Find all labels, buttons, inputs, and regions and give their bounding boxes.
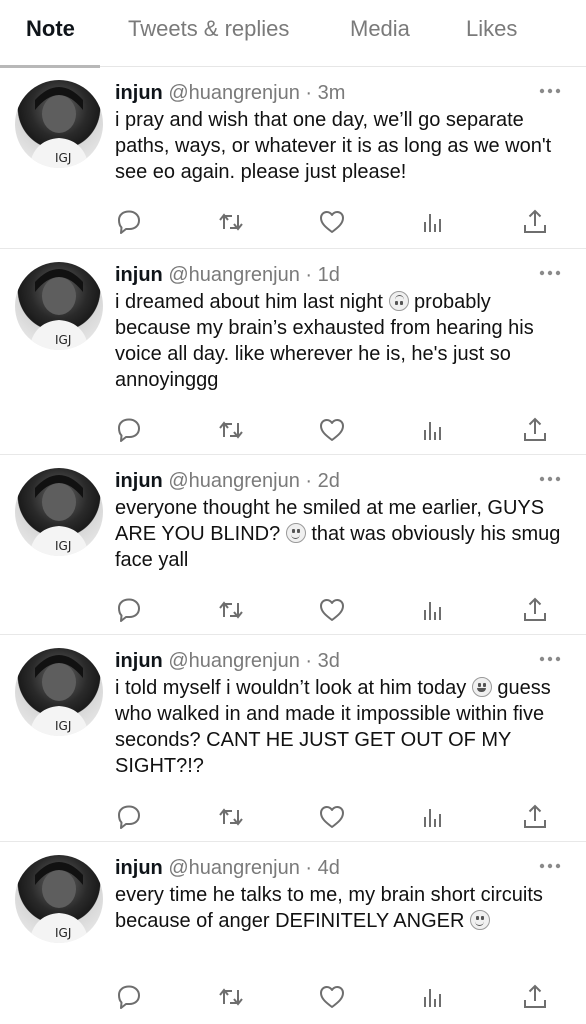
retweet-icon[interactable] [217,596,245,624]
svg-text:IGJ: IGJ [55,539,71,553]
timestamp[interactable]: 2d [318,470,340,492]
tab-tweets-replies[interactable]: Tweets & replies [128,16,289,42]
timestamp[interactable]: 3m [318,82,346,104]
separator: · [305,82,313,104]
tweet[interactable]: IGJ injun @huangrenjun · 3m i pray and w… [0,67,586,249]
tweet-header: injun @huangrenjun · 3m [115,81,345,105]
more-options-icon[interactable] [538,859,562,873]
tweet-text: i told myself i wouldn’t look at him tod… [115,675,565,779]
like-icon[interactable] [318,803,346,831]
timestamp[interactable]: 3d [318,650,340,672]
retweet-icon[interactable] [217,983,245,1011]
profile-tab-bar: Note Tweets & replies Media Likes [0,0,586,68]
tweet-actions [0,596,586,624]
share-icon[interactable] [521,416,549,444]
display-name[interactable]: injun [115,82,163,104]
tweet-text-part: i pray and wish that one day, we’ll go s… [115,109,552,183]
tweet-actions [0,983,586,1011]
share-icon[interactable] [521,596,549,624]
more-options-icon[interactable] [538,652,562,666]
analytics-icon[interactable] [419,208,447,236]
more-options-icon[interactable] [538,472,562,486]
analytics-icon[interactable] [419,416,447,444]
tweet[interactable]: IGJ injun @huangrenjun · 2d everyone tho… [0,455,586,635]
retweet-icon[interactable] [217,416,245,444]
separator: · [305,264,313,286]
reply-icon[interactable] [115,208,143,236]
svg-text:IGJ: IGJ [55,333,71,347]
analytics-icon[interactable] [419,803,447,831]
separator: · [305,650,313,672]
tweet[interactable]: IGJ injun @huangrenjun · 3d i told mysel… [0,635,586,842]
tweet-header: injun @huangrenjun · 4d [115,856,340,880]
retweet-icon[interactable] [217,208,245,236]
analytics-icon[interactable] [419,596,447,624]
tweet-actions [0,803,586,831]
tab-media[interactable]: Media [350,16,410,42]
like-icon[interactable] [318,596,346,624]
avatar[interactable]: IGJ [15,468,103,556]
tweet-actions [0,208,586,236]
slightly-smiling-face-emoji-icon [285,523,306,543]
more-options-icon[interactable] [538,84,562,98]
reply-icon[interactable] [115,596,143,624]
tweet-header: injun @huangrenjun · 1d [115,263,340,287]
separator: · [305,470,313,492]
reply-icon[interactable] [115,416,143,444]
tab-likes[interactable]: Likes [466,16,517,42]
tweet-text: everyone thought he smiled at me earlier… [115,495,565,573]
separator: · [305,857,313,879]
tab-note[interactable]: Note [26,16,75,42]
upside-down-face-emoji-icon [388,291,409,311]
tweet[interactable]: IGJ injun @huangrenjun · 4d every time h… [0,842,586,1024]
svg-text:IGJ: IGJ [55,926,71,940]
reply-icon[interactable] [115,803,143,831]
timestamp[interactable]: 4d [318,857,340,879]
user-handle[interactable]: @huangrenjun [168,82,300,104]
more-options-icon[interactable] [538,266,562,280]
like-icon[interactable] [318,416,346,444]
display-name[interactable]: injun [115,650,163,672]
tweet-header: injun @huangrenjun · 3d [115,649,340,673]
user-handle[interactable]: @huangrenjun [168,650,300,672]
retweet-icon[interactable] [217,803,245,831]
display-name[interactable]: injun [115,857,163,879]
tweet-text: i dreamed about him last night probably … [115,289,565,393]
user-handle[interactable]: @huangrenjun [168,264,300,286]
like-icon[interactable] [318,208,346,236]
like-icon[interactable] [318,983,346,1011]
tweet[interactable]: IGJ injun @huangrenjun · 1d i dreamed ab… [0,249,586,455]
share-icon[interactable] [521,983,549,1011]
slightly-smiling-face-emoji-icon [469,910,490,930]
user-handle[interactable]: @huangrenjun [168,470,300,492]
tweet-text: every time he talks to me, my brain shor… [115,882,565,934]
tweet-text-part: i told myself i wouldn’t look at him tod… [115,677,472,699]
analytics-icon[interactable] [419,983,447,1011]
tweet-text: i pray and wish that one day, we’ll go s… [115,107,565,185]
avatar[interactable]: IGJ [15,80,103,168]
timestamp[interactable]: 1d [318,264,340,286]
avatar[interactable]: IGJ [15,855,103,943]
avatar[interactable]: IGJ [15,262,103,350]
avatar[interactable]: IGJ [15,648,103,736]
tweet-actions [0,416,586,444]
tweet-header: injun @huangrenjun · 2d [115,469,340,493]
grinning-face-emoji-icon [471,677,492,697]
user-handle[interactable]: @huangrenjun [168,857,300,879]
share-icon[interactable] [521,803,549,831]
reply-icon[interactable] [115,983,143,1011]
svg-text:IGJ: IGJ [55,151,71,165]
tweet-text-part: i dreamed about him last night [115,291,389,313]
display-name[interactable]: injun [115,264,163,286]
share-icon[interactable] [521,208,549,236]
svg-text:IGJ: IGJ [55,719,71,733]
display-name[interactable]: injun [115,470,163,492]
